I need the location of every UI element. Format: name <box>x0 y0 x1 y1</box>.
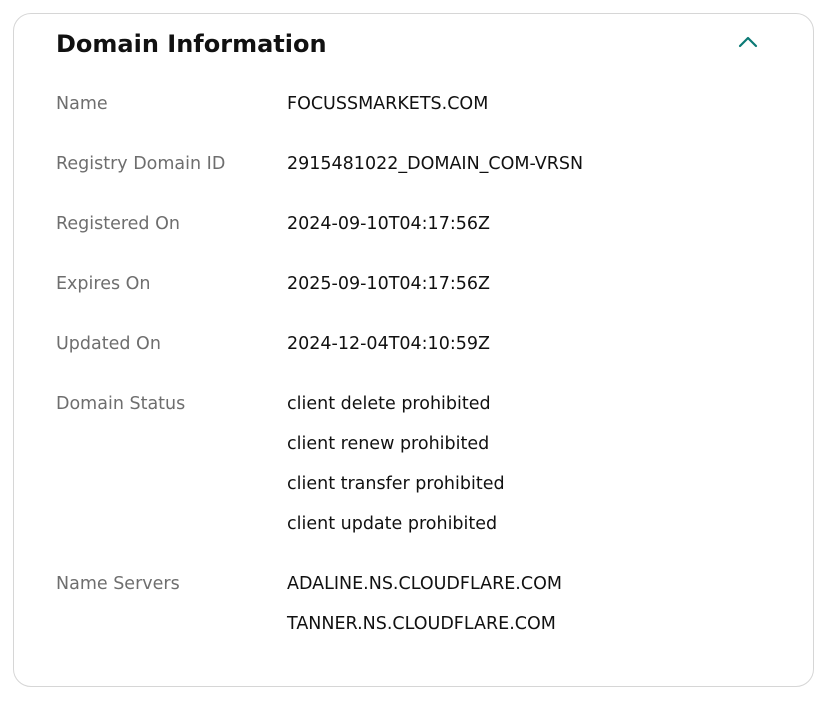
card-title: Domain Information <box>56 30 327 58</box>
status-value: client renew prohibited <box>287 434 490 454</box>
chevron-up-icon <box>737 35 759 49</box>
status-value: client transfer prohibited <box>287 474 505 494</box>
field-values: 2024-09-10T04:17:56Z <box>287 213 490 253</box>
status-value: client delete prohibited <box>287 394 491 414</box>
field-value: 2025-09-10T04:17:56Z <box>287 274 490 294</box>
field-values: FOCUSSMARKETS.COM <box>287 93 488 133</box>
field-label: Name Servers <box>56 574 180 594</box>
domain-information-card: Domain Information Name FOCUSSMARKETS.CO… <box>13 13 814 687</box>
field-label: Expires On <box>56 274 151 294</box>
field-values: 2024-12-04T04:10:59Z <box>287 333 490 373</box>
field-values: 2025-09-10T04:17:56Z <box>287 273 490 313</box>
field-value: 2915481022_DOMAIN_COM-VRSN <box>287 154 584 174</box>
collapse-button[interactable] <box>732 28 764 56</box>
name-server-value: ADALINE.NS.CLOUDFLARE.COM <box>287 574 562 594</box>
field-label: Registry Domain ID <box>56 154 226 174</box>
field-values: client delete prohibited client renew pr… <box>287 393 505 553</box>
field-label: Registered On <box>56 214 180 234</box>
field-label: Updated On <box>56 334 161 354</box>
name-server-value: TANNER.NS.CLOUDFLARE.COM <box>287 614 556 634</box>
field-label: Name <box>56 94 108 114</box>
field-values: 2915481022_DOMAIN_COM-VRSN <box>287 153 583 193</box>
field-value: FOCUSSMARKETS.COM <box>287 94 489 114</box>
status-value: client update prohibited <box>287 514 498 534</box>
field-label: Domain Status <box>56 394 186 414</box>
field-value: 2024-09-10T04:17:56Z <box>287 214 490 234</box>
field-values: ADALINE.NS.CLOUDFLARE.COM TANNER.NS.CLOU… <box>287 573 562 653</box>
field-value: 2024-12-04T04:10:59Z <box>287 334 490 354</box>
